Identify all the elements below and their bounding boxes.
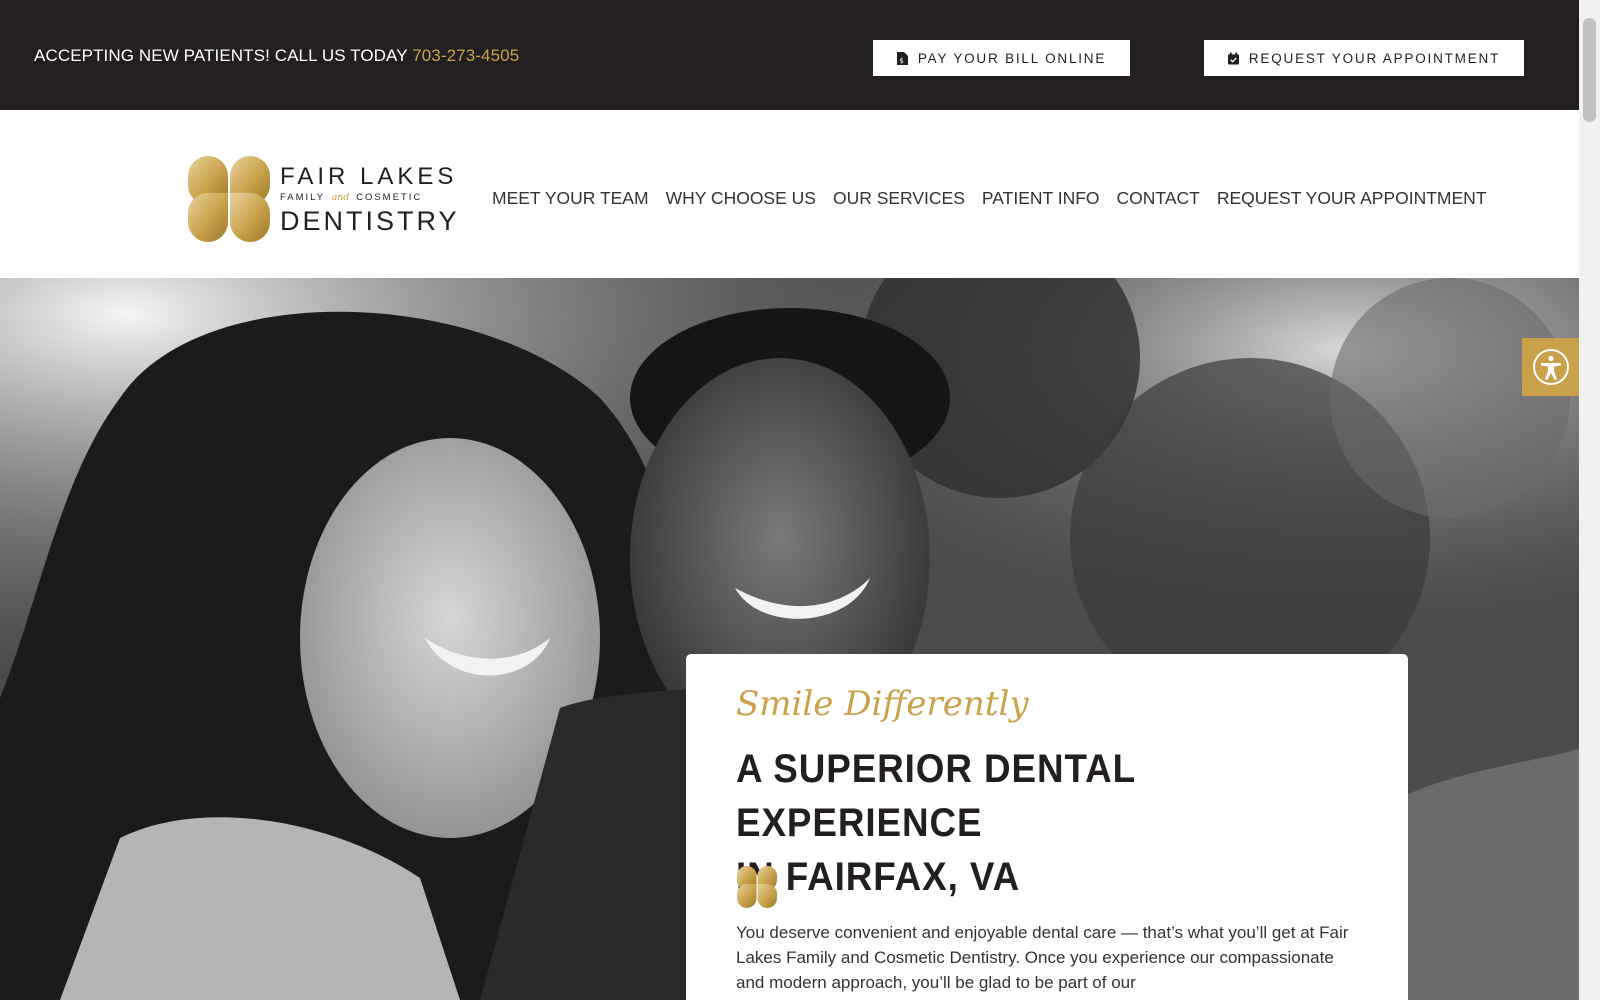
top-bar: ACCEPTING NEW PATIENTS! CALL US TODAY 70… [0,0,1579,110]
hero-section: Smile Differently A SUPERIOR DENTAL EXPE… [0,278,1579,1000]
page-scrollbar[interactable] [1579,0,1600,1000]
promo-banner: ACCEPTING NEW PATIENTS! CALL US TODAY 70… [34,46,519,66]
nav-why-choose-us[interactable]: WHY CHOOSE US [666,188,816,209]
nav-contact[interactable]: CONTACT [1117,188,1200,209]
hero-tagline: Smile Differently [736,684,1029,724]
calendar-check-icon [1227,52,1239,64]
nav-patient-info[interactable]: PATIENT INFO [982,188,1100,209]
logo-and-text: and [331,192,350,203]
four-leaf-clover-icon [188,156,270,242]
request-appointment-label: REQUEST YOUR APPOINTMENT [1248,50,1501,66]
hero-headline-line-2: IN FAIRFAX, VA [736,855,1021,899]
accessibility-button[interactable] [1522,338,1579,396]
main-nav: MEET YOUR TEAM WHY CHOOSE US OUR SERVICE… [492,188,1487,209]
logo-family-text: FAMILY [280,192,325,203]
site-header: FAIR LAKES FAMILY and COSMETIC DENTISTRY… [0,110,1579,278]
document-dollar-icon: $ [896,51,908,65]
svg-text:$: $ [899,57,905,65]
phone-link[interactable]: 703-273-4505 [412,46,519,65]
hero-headline: A SUPERIOR DENTAL EXPERIENCE IN FAIRFAX,… [736,742,1306,904]
logo-line-3: DENTISTRY [280,206,460,236]
nav-request-appointment[interactable]: REQUEST YOUR APPOINTMENT [1217,188,1487,209]
nav-our-services[interactable]: OUR SERVICES [833,188,965,209]
hero-card: Smile Differently A SUPERIOR DENTAL EXPE… [686,654,1408,1000]
request-appointment-top-button[interactable]: REQUEST YOUR APPOINTMENT [1204,40,1524,76]
accessibility-icon [1532,349,1569,385]
scrollbar-thumb[interactable] [1583,18,1596,122]
logo-line-1: FAIR LAKES [280,163,458,190]
promo-text: ACCEPTING NEW PATIENTS! CALL US TODAY [34,46,408,65]
nav-meet-your-team[interactable]: MEET YOUR TEAM [492,188,649,209]
hero-headline-line-1: A SUPERIOR DENTAL EXPERIENCE [736,747,1136,845]
pay-bill-button[interactable]: $ PAY YOUR BILL ONLINE [873,40,1130,76]
logo-cosmetic-text: COSMETIC [356,192,423,203]
hero-body-text: You deserve convenient and enjoyable den… [736,923,1349,992]
pay-bill-label: PAY YOUR BILL ONLINE [917,50,1107,66]
four-leaf-clover-icon [736,866,778,908]
logo-line-2: FAMILY and COSMETIC [280,192,422,203]
site-logo[interactable]: FAIR LAKES FAMILY and COSMETIC DENTISTRY [187,156,457,242]
